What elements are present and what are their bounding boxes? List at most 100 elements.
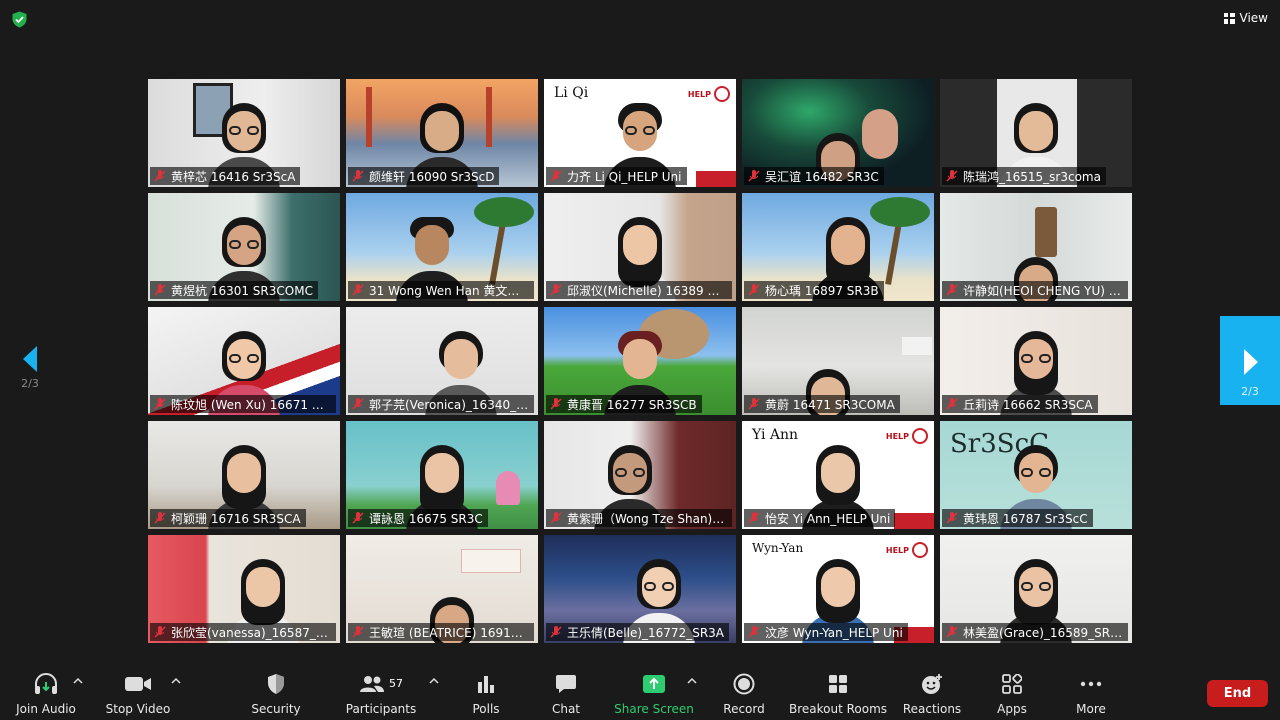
virtual-background-name: Yi Ann bbox=[752, 427, 799, 443]
muted-mic-icon bbox=[946, 512, 958, 524]
video-options-chevron-icon[interactable] bbox=[169, 676, 183, 686]
apps-icon bbox=[1002, 673, 1022, 694]
chevron-left-icon bbox=[23, 346, 37, 372]
muted-mic-icon bbox=[550, 284, 562, 296]
participant-name-label: 怡安 Yi Ann_HELP Uni bbox=[744, 509, 896, 527]
participant-name-label: 陈玟旭 (Wen Xu) 16671 SR3... bbox=[150, 395, 336, 413]
virtual-background-name: Wyn-Yan bbox=[752, 541, 804, 555]
participants-options-chevron-icon[interactable] bbox=[427, 676, 441, 686]
participant-tile[interactable]: Yi Ann HELP 怡安 Yi Ann_HELP Uni bbox=[742, 421, 934, 529]
video-camera-icon bbox=[125, 676, 151, 691]
muted-mic-icon bbox=[550, 626, 562, 638]
muted-mic-icon bbox=[946, 170, 958, 182]
participant-name-label: 郭子芫(Veronica)_16340_Sr... bbox=[348, 395, 534, 413]
participant-name-label: 黄康晋 16277 SR3SCB bbox=[546, 395, 702, 413]
previous-page-button[interactable]: 2/3 bbox=[16, 345, 44, 390]
participant-tile[interactable]: 黄煜杭 16301 SR3COMC bbox=[148, 193, 340, 301]
participant-tile[interactable]: 陈瑞鸿_16515_sr3coma bbox=[940, 79, 1132, 187]
participant-tile[interactable]: 王敏瑄 (BEATRICE) 16916 Sr... bbox=[346, 535, 538, 643]
page-indicator: 2/3 bbox=[1241, 385, 1259, 398]
participant-tile[interactable]: 31 Wong Wen Han 黄文瀚 S... bbox=[346, 193, 538, 301]
reactions-button[interactable]: Reactions bbox=[902, 672, 962, 716]
muted-mic-icon bbox=[946, 398, 958, 410]
share-screen-button[interactable]: Share Screen bbox=[614, 672, 694, 716]
participant-tile[interactable]: 丘莉诗 16662 SR3SCA bbox=[940, 307, 1132, 415]
participant-name-label: 汶彦 Wyn-Yan_HELP Uni bbox=[744, 623, 908, 641]
polls-bar-chart-icon bbox=[478, 675, 494, 693]
participant-tile[interactable]: Li Qi HELP 力齐 Li Qi_HELP Uni bbox=[544, 79, 736, 187]
record-button[interactable]: Record bbox=[720, 672, 768, 716]
participant-tile[interactable]: 王乐倩(Belle)_16772_SR3A bbox=[544, 535, 736, 643]
participant-name-label: 力齐 Li Qi_HELP Uni bbox=[546, 167, 687, 185]
security-shield-icon bbox=[268, 673, 284, 694]
participant-tile[interactable]: 邱淑仪(Michelle) 16389 SR3C bbox=[544, 193, 736, 301]
participant-tile[interactable]: Wyn-Yan HELP 汶彦 Wyn-Yan_HELP Uni bbox=[742, 535, 934, 643]
participant-tile[interactable]: 张欣莹(vanessa)_16587_SR3C bbox=[148, 535, 340, 643]
participant-name-label: 黄紫珊（Wong Tze Shan) 16... bbox=[546, 509, 732, 527]
reactions-emoji-icon bbox=[922, 673, 942, 694]
stop-video-button[interactable]: Stop Video bbox=[104, 672, 172, 716]
participant-name-label: 王乐倩(Belle)_16772_SR3A bbox=[546, 623, 730, 641]
apps-button[interactable]: Apps bbox=[992, 672, 1032, 716]
participant-name-label: 吴汇谊 16482 SR3C bbox=[744, 167, 884, 185]
participant-tile[interactable]: 林美盈(Grace)_16589_SR3SCD bbox=[940, 535, 1132, 643]
security-button[interactable]: Security bbox=[248, 672, 304, 716]
polls-button[interactable]: Polls bbox=[466, 672, 506, 716]
participant-name-label: 许静如(HEOI CHENG YU) 16... bbox=[942, 281, 1128, 299]
share-screen-options-chevron-icon[interactable] bbox=[685, 676, 699, 686]
participant-tile[interactable]: 黄紫珊（Wong Tze Shan) 16... bbox=[544, 421, 736, 529]
muted-mic-icon bbox=[352, 626, 364, 638]
muted-mic-icon bbox=[154, 170, 166, 182]
breakout-rooms-icon bbox=[829, 674, 847, 693]
participant-tile[interactable]: 吴汇谊 16482 SR3C bbox=[742, 79, 934, 187]
participant-tile[interactable]: Sr3ScC 黄玮恩 16787 Sr3ScC bbox=[940, 421, 1132, 529]
participant-name-label: 谭詠恩 16675 SR3C bbox=[348, 509, 488, 527]
participant-name-label: 邱淑仪(Michelle) 16389 SR3C bbox=[546, 281, 732, 299]
page-indicator: 2/3 bbox=[21, 377, 39, 390]
view-button[interactable]: View bbox=[1223, 8, 1268, 28]
participant-tile[interactable]: 郭子芫(Veronica)_16340_Sr... bbox=[346, 307, 538, 415]
muted-mic-icon bbox=[154, 512, 166, 524]
participant-tile[interactable]: 许静如(HEOI CHENG YU) 16... bbox=[940, 193, 1132, 301]
muted-mic-icon bbox=[748, 512, 760, 524]
participant-tile[interactable]: 陈玟旭 (Wen Xu) 16671 SR3... bbox=[148, 307, 340, 415]
participant-name-label: 黄梓芯 16416 Sr3ScA bbox=[150, 167, 301, 185]
participant-name-label: 丘莉诗 16662 SR3SCA bbox=[942, 395, 1098, 413]
participant-tile[interactable]: 杨心瑀 16897 SR3B bbox=[742, 193, 934, 301]
more-dots-icon bbox=[1080, 681, 1102, 686]
more-button[interactable]: More bbox=[1071, 672, 1111, 716]
participant-tile[interactable]: 颜维轩 16090 Sr3ScD bbox=[346, 79, 538, 187]
end-meeting-button[interactable]: End bbox=[1207, 680, 1268, 707]
muted-mic-icon bbox=[748, 398, 760, 410]
record-icon bbox=[733, 673, 755, 694]
participant-tile[interactable]: 黄蔚 16471 SR3COMA bbox=[742, 307, 934, 415]
participant-name-label: 张欣莹(vanessa)_16587_SR3C bbox=[150, 623, 336, 641]
chat-button[interactable]: Chat bbox=[546, 672, 586, 716]
participant-tile[interactable]: 黄康晋 16277 SR3SCB bbox=[544, 307, 736, 415]
breakout-rooms-button[interactable]: Breakout Rooms bbox=[789, 672, 887, 716]
participant-tile[interactable]: 谭詠恩 16675 SR3C bbox=[346, 421, 538, 529]
chevron-right-icon bbox=[1244, 349, 1258, 375]
join-audio-button[interactable]: Join Audio bbox=[14, 672, 78, 716]
participant-name-label: 柯颖珊 16716 SR3SCA bbox=[150, 509, 306, 527]
participant-name-label: 黄煜杭 16301 SR3COMC bbox=[150, 281, 318, 299]
join-audio-options-chevron-icon[interactable] bbox=[71, 676, 85, 686]
participant-name-label: 颜维轩 16090 Sr3ScD bbox=[348, 167, 500, 185]
encryption-shield-icon[interactable] bbox=[11, 11, 28, 28]
meeting-toolbar: Join Audio Stop Video Security 57 Partic… bbox=[0, 664, 1280, 720]
muted-mic-icon bbox=[550, 398, 562, 410]
next-page-button[interactable]: 2/3 bbox=[1220, 316, 1280, 405]
muted-mic-icon bbox=[352, 512, 364, 524]
virtual-background-name: Li Qi bbox=[554, 85, 589, 101]
participants-button[interactable]: 57 Participants bbox=[346, 672, 416, 716]
help-uni-logo: HELP bbox=[688, 85, 730, 103]
muted-mic-icon bbox=[154, 626, 166, 638]
participant-name-label: 黄玮恩 16787 Sr3ScC bbox=[942, 509, 1093, 527]
muted-mic-icon bbox=[352, 170, 364, 182]
view-button-label: View bbox=[1239, 11, 1268, 25]
participant-tile[interactable]: 柯颖珊 16716 SR3SCA bbox=[148, 421, 340, 529]
muted-mic-icon bbox=[154, 398, 166, 410]
participant-tile[interactable]: 黄梓芯 16416 Sr3ScA bbox=[148, 79, 340, 187]
share-screen-icon bbox=[643, 674, 665, 693]
participant-name-label: 林美盈(Grace)_16589_SR3SCD bbox=[942, 623, 1128, 641]
